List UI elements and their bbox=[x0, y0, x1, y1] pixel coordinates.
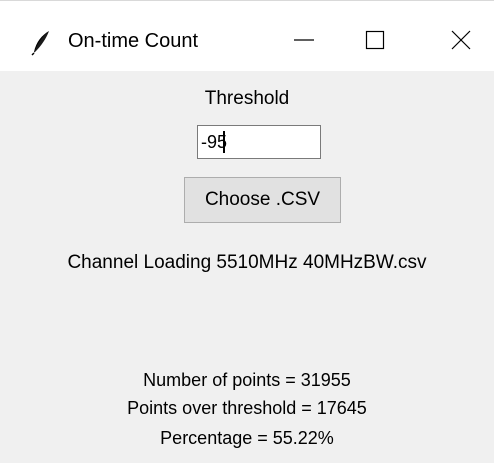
maximize-icon bbox=[364, 29, 386, 56]
close-icon bbox=[450, 29, 472, 56]
threshold-input[interactable] bbox=[197, 125, 321, 159]
minimize-icon bbox=[293, 29, 315, 56]
threshold-label: Threshold bbox=[204, 88, 290, 109]
window-title: On-time Count bbox=[68, 30, 199, 52]
percentage-label: Percentage = 55.22% bbox=[160, 428, 334, 448]
close-button[interactable] bbox=[426, 0, 494, 71]
minimize-button[interactable] bbox=[269, 0, 339, 71]
text-caret bbox=[223, 131, 225, 153]
over-threshold-label: Points over threshold = 17645 bbox=[127, 398, 367, 418]
maximize-button[interactable] bbox=[340, 0, 410, 71]
points-count-label: Number of points = 31955 bbox=[143, 370, 351, 390]
selected-file-label: Channel Loading 5510MHz 40MHzBW.csv bbox=[67, 252, 427, 273]
title-bar-border bbox=[0, 0, 494, 1]
feather-icon bbox=[30, 30, 52, 56]
app-window: On-time Count Threshold -95 Choose .CSV … bbox=[0, 0, 494, 463]
title-bar[interactable]: On-time Count bbox=[0, 0, 494, 71]
choose-csv-button[interactable]: Choose .CSV bbox=[184, 177, 341, 223]
